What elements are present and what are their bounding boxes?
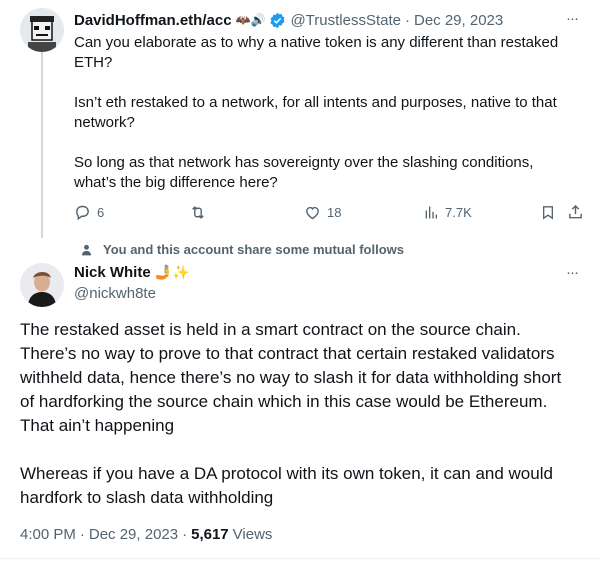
like-count: 18 (327, 205, 342, 220)
main-meta-separator-2: · (182, 526, 188, 543)
reply-icon (74, 204, 91, 221)
views-icon (423, 204, 439, 221)
main-tweet-meta: 4:00 PM · Dec 29, 2023 · 5,617 Views (20, 526, 272, 543)
views-count-value: 5,617 (191, 526, 229, 543)
retweet-button[interactable] (189, 204, 213, 221)
reply-button[interactable]: 6 (74, 204, 104, 221)
reply-count: 6 (97, 205, 105, 220)
thread-connector-line (41, 50, 43, 238)
main-author-avatar[interactable] (20, 263, 64, 307)
main-time[interactable]: 4:00 PM (20, 526, 76, 543)
main-display-name[interactable]: Nick White (74, 264, 151, 281)
parent-tweet-text: Can you elaborate as to why a native tok… (74, 33, 574, 193)
share-button[interactable] (567, 203, 584, 221)
parent-display-name[interactable]: DavidHoffman.eth/acc (74, 12, 232, 29)
bookmark-button[interactable] (540, 204, 556, 221)
main-paragraph: The restaked asset is held in a smart co… (20, 320, 562, 435)
like-icon (304, 204, 321, 221)
main-meta-separator: · (79, 526, 85, 543)
share-icon (567, 203, 584, 221)
retweet-icon (189, 204, 207, 221)
parent-paragraph: Can you elaborate as to why a native tok… (74, 34, 559, 71)
verified-badge-icon (269, 12, 286, 29)
parent-more-button[interactable]: ··· (566, 10, 579, 27)
main-more-button[interactable]: ··· (566, 264, 579, 281)
person-icon (80, 243, 93, 257)
parent-display-name-emoji: 🦇🔊 (235, 13, 266, 27)
parent-date[interactable]: Dec 29, 2023 (414, 12, 503, 29)
mutual-follows-notice: You and this account share some mutual f… (80, 242, 404, 257)
main-date[interactable]: Dec 29, 2023 (89, 526, 178, 543)
like-button[interactable]: 18 (304, 204, 341, 221)
main-tweet-text: The restaked asset is held in a smart co… (20, 318, 578, 510)
mutual-follows-text: You and this account share some mutual f… (103, 242, 404, 257)
views-button[interactable]: 7.7K (423, 204, 472, 221)
views-count: 7.7K (445, 205, 472, 220)
parent-paragraph: So long as that network has sovereignty … (74, 154, 534, 191)
bottom-divider (0, 558, 602, 559)
main-handle[interactable]: @nickwh8te (74, 285, 156, 302)
parent-paragraph: Isn’t eth restaked to a network, for all… (74, 94, 557, 131)
main-display-name-emoji: 🤳✨ (154, 264, 190, 280)
parent-handle[interactable]: @TrustlessState (290, 12, 401, 29)
parent-author-avatar[interactable] (20, 8, 64, 52)
main-paragraph: Whereas if you have a DA protocol with i… (20, 464, 553, 507)
parent-separator: · (404, 11, 410, 29)
views-label: Views (232, 526, 273, 543)
bookmark-icon (540, 204, 556, 221)
